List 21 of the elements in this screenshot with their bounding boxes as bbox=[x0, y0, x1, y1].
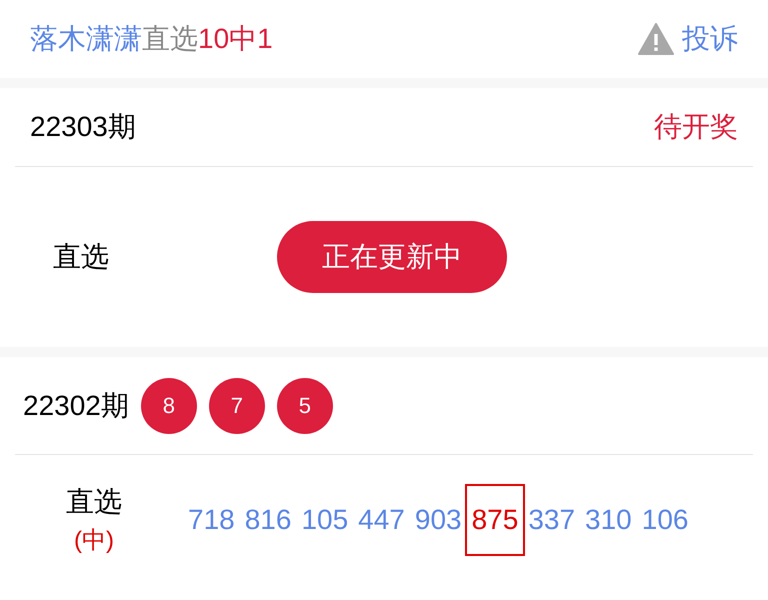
pick-number: 447 bbox=[358, 506, 405, 534]
updating-button[interactable]: 正在更新中 bbox=[277, 221, 507, 293]
play-type-label: 直选 bbox=[66, 485, 122, 519]
complaint-link[interactable]: 投诉 bbox=[682, 18, 738, 60]
title-text: 落木潇潇 bbox=[30, 22, 142, 56]
title-text: 直选 bbox=[142, 22, 198, 56]
issue-number: 22303期 bbox=[30, 110, 136, 144]
warning-icon bbox=[638, 23, 674, 55]
pick-number: 718 bbox=[188, 506, 235, 534]
issue-number: 22302期 bbox=[23, 388, 129, 422]
title-text: 10中1 bbox=[198, 22, 273, 56]
pick-number: 903 bbox=[414, 506, 462, 534]
pick-number: 105 bbox=[301, 506, 348, 534]
pick-number: 875 bbox=[464, 484, 526, 556]
hit-result: (中) bbox=[74, 526, 114, 556]
pick-number: 337 bbox=[528, 506, 576, 534]
draw-status: 待开奖 bbox=[654, 110, 738, 144]
pick-number: 310 bbox=[585, 506, 632, 534]
play-type-label: 直选 bbox=[53, 240, 110, 274]
pick-number: 816 bbox=[244, 506, 292, 534]
pick-number: 106 bbox=[642, 506, 688, 534]
